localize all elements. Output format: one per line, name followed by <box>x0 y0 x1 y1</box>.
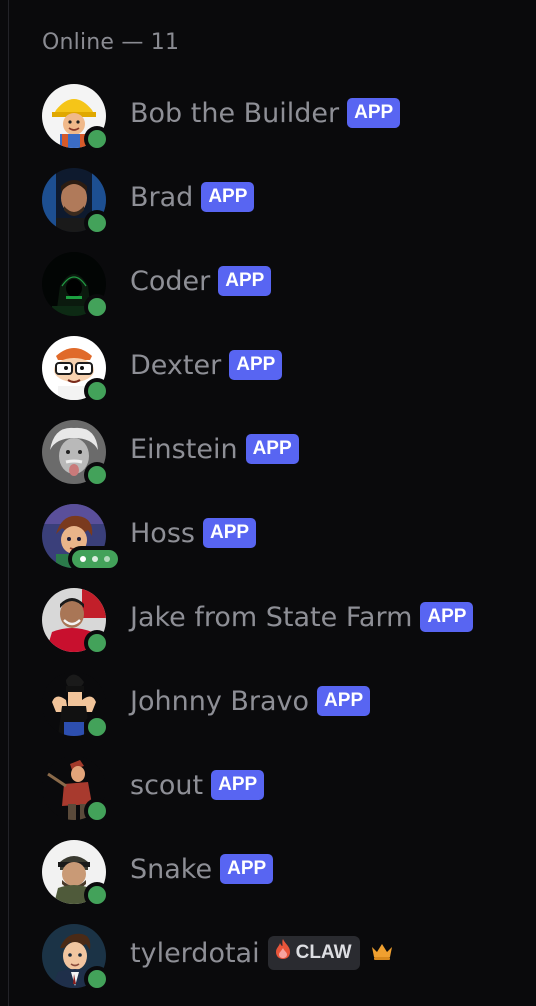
online-status-indicator <box>84 798 110 824</box>
member-name: Johnny Bravo <box>130 685 310 717</box>
online-status-indicator <box>84 210 110 236</box>
avatar[interactable] <box>42 840 110 908</box>
member-name: tylerdotai <box>130 937 260 969</box>
app-badge: APP <box>220 854 274 884</box>
online-status-indicator <box>84 882 110 908</box>
online-status-indicator <box>84 378 110 404</box>
member-coder[interactable]: Coder APP <box>30 244 520 320</box>
avatar[interactable] <box>42 588 110 656</box>
member-bob-the-builder[interactable]: Bob the Builder APP <box>30 76 520 152</box>
typing-status-indicator <box>68 546 122 572</box>
avatar[interactable] <box>42 504 122 572</box>
online-section-header: Online — 11 <box>42 30 180 55</box>
online-status-indicator <box>84 966 110 992</box>
member-tylerdotai[interactable]: tylerdotai CLAW <box>30 916 520 992</box>
app-badge: APP <box>229 350 283 380</box>
avatar[interactable] <box>42 924 110 992</box>
avatar[interactable] <box>42 84 110 152</box>
avatar[interactable] <box>42 672 110 740</box>
online-status-indicator <box>84 714 110 740</box>
crown-icon <box>370 941 394 965</box>
online-status-indicator <box>84 630 110 656</box>
app-badge: APP <box>202 518 257 548</box>
member-name: Hoss <box>130 517 195 549</box>
member-name: Dexter <box>130 349 222 381</box>
member-name: Jake from State Farm <box>130 601 413 633</box>
fire-icon <box>274 938 292 968</box>
app-badge: APP <box>317 686 371 716</box>
avatar[interactable] <box>42 756 110 824</box>
member-scout[interactable]: scout APP <box>30 748 520 824</box>
avatar[interactable] <box>42 168 110 236</box>
member-dexter[interactable]: Dexter APP <box>30 328 520 404</box>
member-hoss[interactable]: Hoss APP <box>30 496 520 572</box>
member-snake[interactable]: Snake APP <box>30 832 520 908</box>
claw-badge-label: CLAW <box>295 942 352 963</box>
app-badge: APP <box>245 434 299 464</box>
online-status-indicator <box>84 294 110 320</box>
app-badge: APP <box>211 770 265 800</box>
online-status-indicator <box>84 462 110 488</box>
panel-divider <box>8 0 9 1006</box>
member-name: Brad <box>130 181 194 213</box>
member-brad[interactable]: Brad APP <box>30 160 520 236</box>
member-name: Bob the Builder <box>130 97 340 129</box>
online-status-indicator <box>84 126 110 152</box>
app-badge: APP <box>201 182 255 212</box>
app-badge: APP <box>347 98 401 128</box>
app-badge: APP <box>218 266 272 296</box>
member-jake-from-state-farm[interactable]: Jake from State Farm APP <box>30 580 520 656</box>
member-list-panel: Online — 11 Bob the Builder APP Brad APP… <box>0 0 536 1006</box>
member-einstein[interactable]: Einstein APP <box>30 412 520 488</box>
member-name: Coder <box>130 265 211 297</box>
avatar[interactable] <box>42 336 110 404</box>
claw-badge: CLAW <box>267 936 360 970</box>
member-name: scout <box>130 769 204 801</box>
member-name: Snake <box>130 853 213 885</box>
app-badge: APP <box>420 602 474 632</box>
member-name: Einstein <box>130 433 238 465</box>
avatar[interactable] <box>42 252 110 320</box>
member-johnny-bravo[interactable]: Johnny Bravo APP <box>30 664 520 740</box>
avatar[interactable] <box>42 420 110 488</box>
